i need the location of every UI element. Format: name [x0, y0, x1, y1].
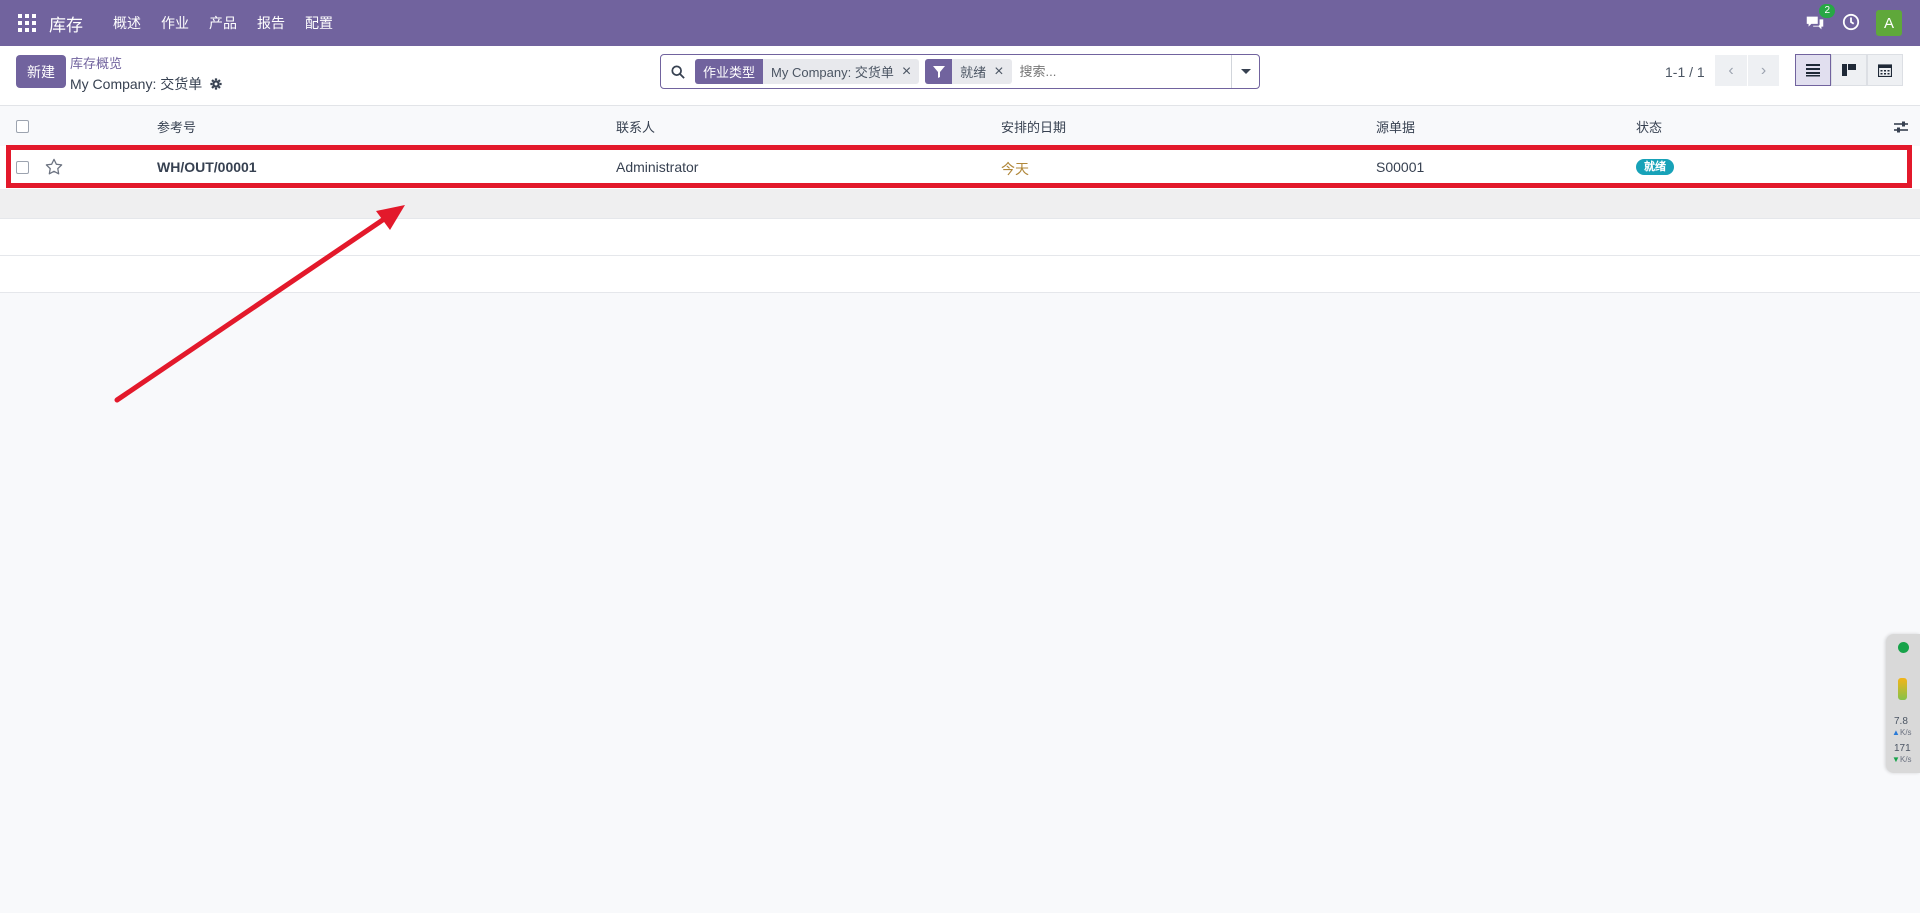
list-view-icon	[1806, 64, 1820, 77]
pager-next-button[interactable]: ›	[1747, 55, 1779, 86]
annotation-arrow-icon	[114, 205, 405, 403]
breadcrumb: 库存概览 My Company: 交货单	[70, 53, 222, 94]
row-source-document: S00001	[1376, 159, 1425, 175]
messaging-icon[interactable]: 2	[1804, 4, 1835, 34]
pager-buttons: ‹ ›	[1715, 55, 1779, 86]
table-row[interactable]: WH/OUT/00001 Administrator 今天 S00001 就绪	[0, 146, 1920, 189]
row-select-checkbox[interactable]	[16, 161, 29, 174]
pager-value[interactable]: 1-1 / 1	[1665, 64, 1705, 80]
column-header-reference[interactable]: 参考号	[157, 117, 196, 136]
upload-arrow-icon: ▲	[1892, 728, 1900, 737]
download-arrow-icon: ▼	[1892, 755, 1900, 764]
row-scheduled-date: 今天	[1001, 161, 1029, 177]
top-navbar: 库存 概述 作业 产品 报告 配置 2 A	[0, 0, 1920, 46]
search-input[interactable]	[1017, 56, 1231, 87]
list-view-button[interactable]	[1795, 54, 1831, 86]
row-status: 就绪	[1636, 157, 1674, 175]
usage-bar-icon	[1898, 678, 1907, 700]
kanban-view-button[interactable]	[1831, 54, 1867, 86]
navbar-systray: 2 A	[1804, 4, 1902, 36]
menu-item-operations[interactable]: 作业	[151, 13, 199, 33]
facet-operation-type: 作业类型 My Company: 交货单 ×	[695, 59, 920, 84]
breadcrumb-current: My Company: 交货单	[70, 74, 222, 94]
apps-menu-icon[interactable]	[18, 14, 36, 32]
activity-clock-icon[interactable]	[1842, 13, 1860, 34]
new-button[interactable]: 新建	[16, 55, 66, 88]
row-contact: Administrator	[616, 159, 699, 175]
breadcrumb-parent-link[interactable]: 库存概览	[70, 53, 222, 72]
main-menu: 概述 作业 产品 报告 配置	[103, 13, 343, 33]
search-bar: 作业类型 My Company: 交货单 × 就绪 ×	[660, 54, 1260, 89]
facet-filter-ready-remove-icon[interactable]: ×	[994, 63, 1011, 80]
caret-down-icon	[1240, 69, 1251, 74]
column-header-source-document[interactable]: 源单据	[1376, 117, 1415, 136]
column-header-status[interactable]: 状态	[1636, 117, 1662, 136]
select-all-checkbox[interactable]	[16, 120, 29, 133]
filter-icon	[925, 59, 953, 84]
status-dot-icon	[1898, 642, 1909, 653]
calendar-view-icon	[1878, 64, 1892, 77]
view-switcher	[1795, 54, 1903, 86]
gear-icon[interactable]	[210, 78, 222, 90]
facet-operation-type-value: My Company: 交货单	[771, 65, 894, 80]
user-avatar[interactable]: A	[1876, 10, 1902, 36]
network-speed-widget[interactable]: 7.8 ▲ K/s 171 ▼ K/s	[1886, 634, 1920, 773]
download-speed-unit: K/s	[1900, 755, 1912, 764]
pager-previous-button[interactable]: ‹	[1715, 55, 1747, 86]
menu-item-products[interactable]: 产品	[199, 13, 247, 33]
facet-operation-type-remove-icon[interactable]: ×	[902, 63, 919, 80]
calendar-view-button[interactable]	[1867, 54, 1903, 86]
messaging-count-badge: 2	[1819, 4, 1835, 18]
menu-item-reporting[interactable]: 报告	[247, 13, 295, 33]
upload-speed-value: 7.8	[1894, 716, 1908, 727]
menu-item-overview[interactable]: 概述	[103, 13, 151, 33]
status-badge: 就绪	[1636, 159, 1674, 175]
facet-operation-type-label: 作业类型	[695, 59, 764, 84]
search-icon[interactable]	[661, 64, 695, 79]
row-reference: WH/OUT/00001	[157, 159, 257, 175]
star-icon[interactable]	[45, 158, 63, 176]
download-speed-value: 171	[1894, 743, 1911, 754]
facet-filter-ready-value: 就绪	[960, 65, 987, 80]
list-header: 参考号 联系人 安排的日期 源单据 状态	[0, 107, 1920, 146]
facet-filter-ready: 就绪 ×	[925, 59, 1012, 84]
optional-columns-icon[interactable]	[1893, 120, 1909, 134]
page-title: My Company: 交货单	[70, 76, 203, 92]
menu-item-configuration[interactable]: 配置	[295, 13, 343, 33]
search-options-toggle[interactable]	[1231, 55, 1259, 88]
app-title[interactable]: 库存	[49, 11, 83, 36]
column-header-contact[interactable]: 联系人	[616, 117, 655, 136]
control-panel: 新建 库存概览 My Company: 交货单 作业类型 My Company:…	[0, 46, 1920, 106]
kanban-view-icon	[1842, 64, 1856, 76]
column-header-scheduled-date[interactable]: 安排的日期	[1001, 117, 1066, 136]
upload-speed-unit: K/s	[1900, 728, 1912, 737]
